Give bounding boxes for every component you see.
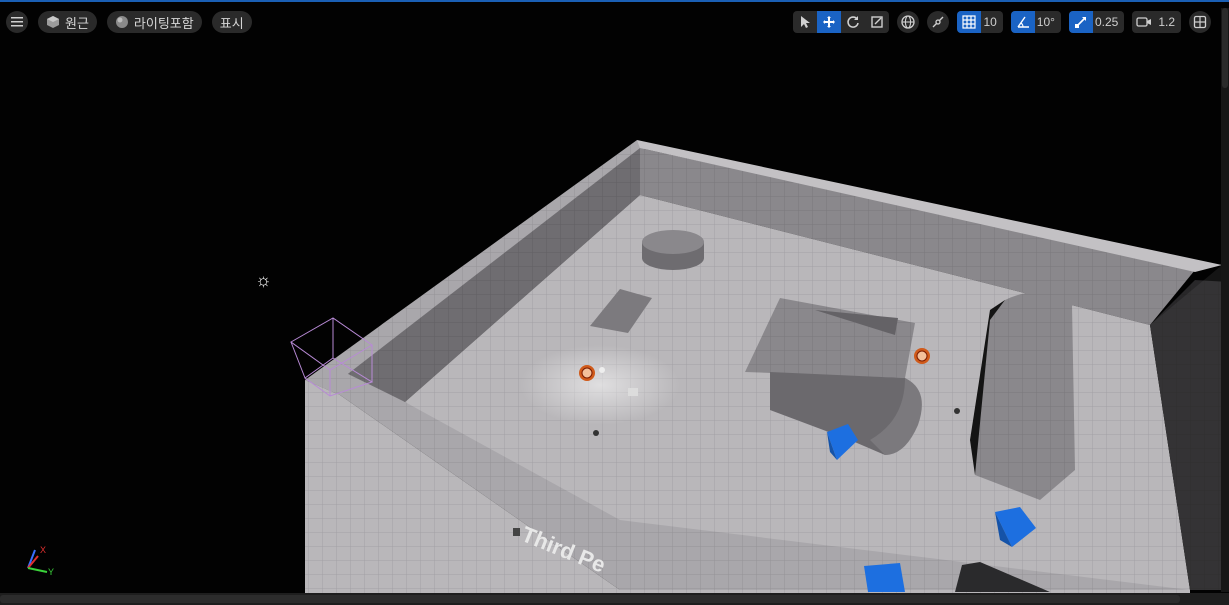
scale-snap-toggle[interactable] xyxy=(1068,11,1093,33)
scale-snap-icon xyxy=(1074,17,1086,28)
camera-speed-group[interactable]: 1.2 xyxy=(1132,11,1181,33)
transform-tools-group xyxy=(793,11,890,33)
grid-snap-toggle[interactable] xyxy=(957,11,982,33)
scene-3d-view[interactable]: Third Pe xyxy=(0,0,1229,605)
note-icon[interactable] xyxy=(628,388,638,396)
level-viewport[interactable]: Third Pe ☼ X Y 원근 라이팅포함 표시 10 10° 0.25 1… xyxy=(0,0,1229,605)
show-button[interactable]: 표시 xyxy=(211,11,252,33)
pillar-top xyxy=(975,292,1075,500)
scale-snap-value[interactable]: 0.25 xyxy=(1093,15,1124,29)
view-mode-button[interactable]: 라이팅포함 xyxy=(106,11,202,33)
grid-icon xyxy=(962,15,977,29)
svg-text:X: X xyxy=(40,545,46,555)
cube-icon xyxy=(46,15,60,29)
rotation-snap-group: 10° xyxy=(1010,11,1061,33)
point-light-icon[interactable] xyxy=(599,367,605,373)
rotation-snap-toggle[interactable] xyxy=(1010,11,1035,33)
move-icon xyxy=(823,16,836,28)
svg-text:Y: Y xyxy=(48,567,54,577)
scale-tool-button[interactable] xyxy=(865,11,889,33)
angle-icon xyxy=(1017,16,1029,28)
viewport-toolbar-left: 원근 라이팅포함 표시 xyxy=(6,11,252,33)
camera-speed-button[interactable] xyxy=(1132,11,1156,33)
camera-icon xyxy=(1136,17,1152,27)
horizontal-scrollbar-thumb[interactable] xyxy=(0,595,1180,603)
viewport-toolbar-right: 10 10° 0.25 1.2 xyxy=(793,11,1211,33)
directional-light-icon[interactable]: ☼ xyxy=(255,270,272,291)
rotation-snap-value[interactable]: 10° xyxy=(1035,15,1061,29)
viewport-layout-button[interactable] xyxy=(1189,11,1211,33)
scale-snap-group: 0.25 xyxy=(1068,11,1125,33)
grid-snap-value[interactable]: 10 xyxy=(981,15,1002,29)
rotate-tool-button[interactable] xyxy=(841,11,865,33)
grid-snap-group: 10 xyxy=(957,11,1003,33)
vertical-scrollbar[interactable] xyxy=(1221,8,1229,592)
perspective-label: 원근 xyxy=(65,15,89,31)
view-mode-label: 라이팅포함 xyxy=(133,15,194,31)
rotate-icon xyxy=(847,16,860,28)
show-label: 표시 xyxy=(219,15,244,31)
horizontal-scrollbar[interactable] xyxy=(0,593,1229,605)
hamburger-icon xyxy=(10,15,24,29)
surface-snap-icon xyxy=(932,16,944,28)
move-tool-button[interactable] xyxy=(817,11,842,33)
sphere-reflection-1[interactable] xyxy=(593,430,599,436)
sphere-icon xyxy=(115,15,129,29)
scale-icon xyxy=(871,16,884,28)
select-tool-button[interactable] xyxy=(793,11,817,33)
player-start-marker-2[interactable] xyxy=(914,348,930,364)
globe-icon xyxy=(901,15,916,29)
layout-icon xyxy=(1193,15,1207,29)
world-local-toggle[interactable] xyxy=(897,11,920,33)
cursor-icon xyxy=(801,16,811,28)
surface-snap-toggle[interactable] xyxy=(927,11,950,33)
blue-cube-3[interactable] xyxy=(864,563,905,592)
camera-speed-value[interactable]: 1.2 xyxy=(1156,15,1181,29)
vertical-scrollbar-thumb[interactable] xyxy=(1222,8,1228,88)
player-start-marker-1[interactable] xyxy=(579,365,595,381)
axis-gizmo: X Y xyxy=(27,545,54,577)
sphere-reflection-2[interactable] xyxy=(954,408,960,414)
light-glow xyxy=(520,345,680,425)
floor-text-marker xyxy=(513,528,520,536)
cylinder-top xyxy=(642,230,704,254)
perspective-button[interactable]: 원근 xyxy=(38,11,97,33)
viewport-menu-button[interactable] xyxy=(6,11,28,33)
